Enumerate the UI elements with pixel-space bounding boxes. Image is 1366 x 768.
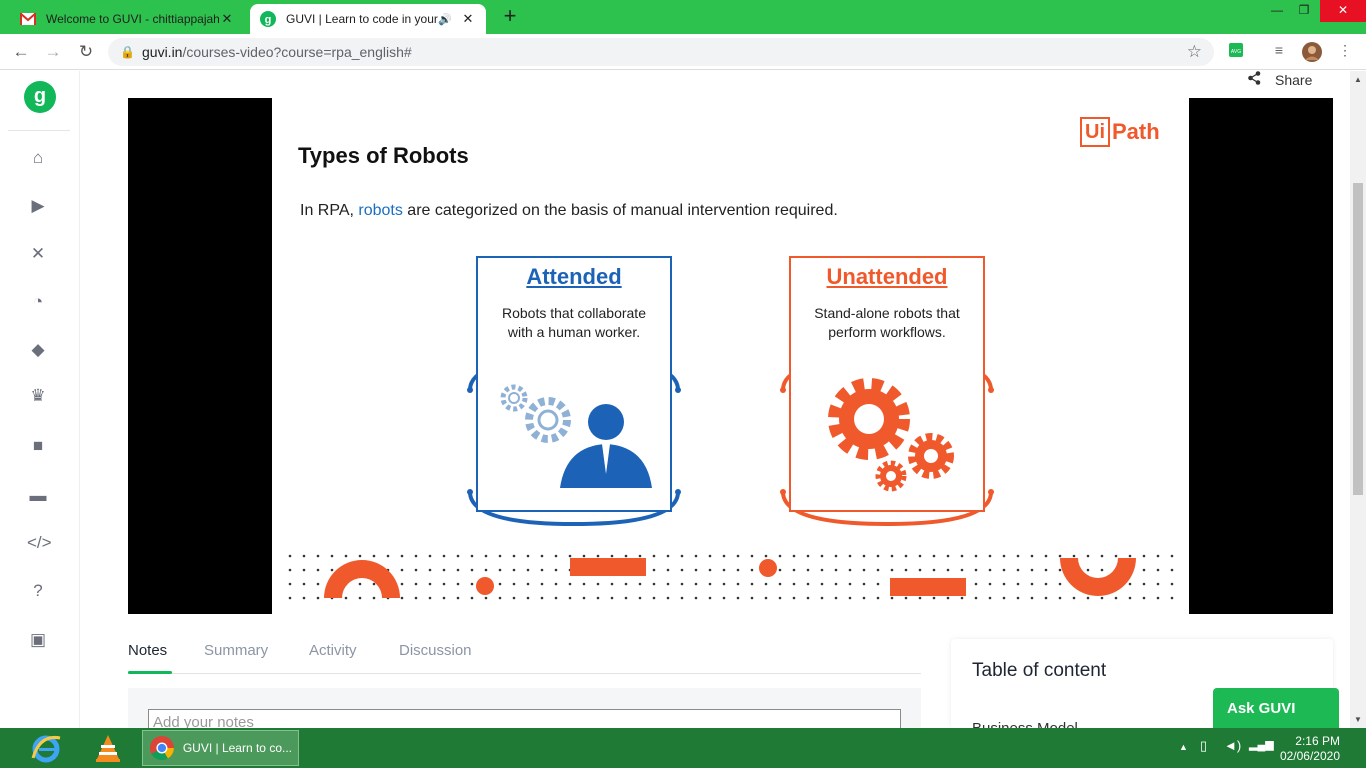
content-tabs: Notes Summary Activity Discussion (128, 636, 921, 674)
scroll-up-icon[interactable]: ▲ (1352, 75, 1364, 84)
browser-tab-guvi[interactable]: g GUVI | Learn to code in your 🔊 ✕ (250, 4, 486, 34)
tag-icon[interactable]: ◆ (27, 339, 49, 361)
share-button[interactable]: Share (1248, 71, 1312, 88)
tab-notes[interactable]: Notes (128, 642, 172, 674)
page-scrollbar[interactable]: ▲ ▼ (1350, 71, 1366, 728)
code-icon[interactable]: </> (27, 532, 52, 554)
courses-icon[interactable]: ▶ (27, 195, 49, 217)
unattended-card: Unattended Stand-alone robots that perfor… (789, 256, 985, 512)
extension-avg-icon[interactable]: AVG (1226, 42, 1246, 62)
guvi-icon: g (260, 11, 276, 27)
browser-toolbar: ← → ↻ 🔒 guvi.in/courses-video?course=rpa… (0, 34, 1366, 70)
lock-icon: 🔒 (120, 45, 135, 59)
guvi-logo[interactable]: g (24, 81, 56, 113)
url-path: /courses-video?course=rpa_english# (182, 44, 412, 60)
tab-discussion[interactable]: Discussion (399, 642, 472, 659)
uipath-logo-text: Path (1112, 119, 1160, 144)
speaker-icon[interactable]: 🔊 (438, 13, 452, 26)
briefcase-icon[interactable]: ▬ (27, 485, 49, 507)
reload-icon[interactable]: ↻ (74, 40, 98, 64)
unattended-description: Stand-alone robots that perform workflows… (814, 305, 960, 340)
vlc-icon[interactable] (90, 730, 126, 766)
attended-card: Attended Robots that collaborate with a h… (476, 256, 672, 512)
left-sidebar: g ⌂ ▶ ✕ ◔ ◆ ♛ ■ ▬ </> ? ▣ (0, 71, 80, 728)
slide-subtitle: In RPA, robots are categorized on the ba… (300, 202, 838, 219)
toc-title: Table of content (972, 660, 1107, 681)
windows-taskbar: GUVI | Learn to co... ▲ ▯ ◄) ▂▄▆ 2:16 PM… (0, 728, 1366, 768)
home-icon[interactable]: ⌂ (27, 147, 49, 169)
address-bar[interactable]: 🔒 guvi.in/courses-video?course=rpa_engli… (108, 38, 1214, 66)
tray-expand-icon[interactable]: ▲ (1179, 742, 1188, 752)
internet-explorer-icon[interactable] (28, 730, 64, 766)
gears-icon (828, 378, 954, 492)
ask-guvi-button[interactable]: Ask GUVI (1213, 688, 1339, 728)
tab-title: Welcome to GUVI - chittiappajah (46, 12, 219, 26)
tab-title: GUVI | Learn to code in your (286, 12, 438, 26)
webinar-icon[interactable]: ◔ (27, 291, 49, 313)
clock-date: 02/06/2020 (1279, 749, 1340, 763)
attended-title: Attended (526, 264, 622, 289)
restore-icon[interactable]: ❐ (1289, 0, 1319, 22)
video-slide: Ui Path Types of Robots In RPA, robots ar… (272, 98, 1189, 614)
browser-tab-strip: Welcome to GUVI - chittiappajah ✕ g GUVI… (0, 0, 1366, 34)
close-window-icon[interactable]: ✕ (1320, 0, 1366, 22)
crown-icon[interactable]: ♛ (27, 385, 49, 407)
url-host: guvi.in (142, 44, 183, 60)
volume-icon[interactable]: ◄) (1224, 738, 1241, 753)
uipath-logo: Ui Path (1080, 116, 1160, 148)
chat-icon[interactable]: ▣ (27, 629, 49, 651)
gear-person-icon (500, 384, 652, 488)
forward-icon[interactable]: → (41, 40, 65, 64)
close-tab-icon[interactable]: ✕ (460, 11, 476, 27)
clock-time: 2:16 PM (1295, 734, 1340, 748)
bookmark-star-icon[interactable]: ☆ (1187, 42, 1202, 62)
new-tab-button[interactable]: + (498, 5, 522, 28)
tab-summary[interactable]: Summary (204, 642, 268, 659)
notes-panel: Add your notes (128, 688, 921, 739)
share-icon (1248, 71, 1261, 88)
battery-icon[interactable]: ▯ (1200, 738, 1207, 754)
taskbar-chrome-label: GUVI | Learn to co... (182, 741, 292, 755)
media-controls-icon[interactable]: ≡ (1269, 42, 1289, 62)
gmail-icon (20, 11, 36, 27)
close-tab-icon[interactable]: ✕ (219, 11, 235, 27)
back-icon[interactable]: ← (9, 40, 33, 64)
sidebar-divider (8, 130, 70, 131)
unattended-title: Unattended (826, 264, 948, 289)
scroll-down-icon[interactable]: ▼ (1352, 715, 1364, 724)
taskbar-chrome-button[interactable]: GUVI | Learn to co... (142, 730, 299, 766)
browser-tab-gmail[interactable]: Welcome to GUVI - chittiappajah ✕ (10, 4, 245, 34)
active-tab-indicator (128, 671, 172, 674)
uipath-logo-box: Ui (1080, 117, 1110, 147)
gift-icon[interactable]: ■ (27, 435, 49, 457)
chrome-icon (149, 736, 174, 761)
chrome-menu-icon[interactable]: ⋮ (1335, 42, 1355, 62)
svg-text:AVG: AVG (1231, 49, 1241, 55)
minimize-icon[interactable]: — (1262, 0, 1292, 22)
svg-text:g: g (265, 14, 272, 26)
scroll-thumb[interactable] (1353, 183, 1363, 495)
slide-title: Types of Robots (298, 143, 469, 168)
help-icon[interactable]: ? (27, 580, 49, 602)
slide-decoration (282, 550, 1182, 610)
system-clock[interactable]: 2:16 PM 02/06/2020 (1276, 734, 1340, 764)
network-icon[interactable]: ▂▄▆ (1249, 738, 1274, 751)
share-label: Share (1275, 71, 1313, 88)
attended-description: Robots that collaborate with a human work… (502, 305, 646, 340)
tab-activity[interactable]: Activity (309, 642, 357, 659)
profile-avatar[interactable] (1302, 42, 1322, 62)
practice-icon[interactable]: ✕ (27, 243, 49, 265)
